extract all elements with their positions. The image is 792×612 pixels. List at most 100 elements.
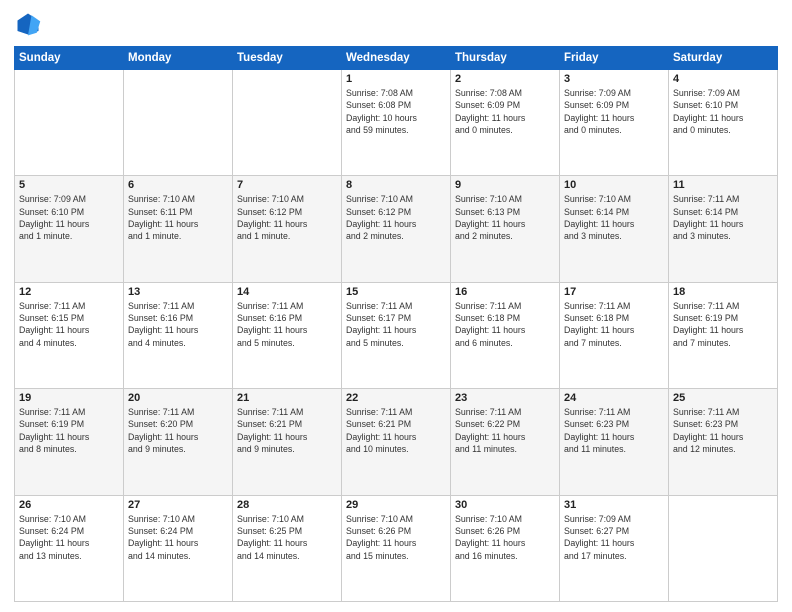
weekday-header-monday: Monday xyxy=(124,47,233,70)
week-row-3: 12Sunrise: 7:11 AM Sunset: 6:15 PM Dayli… xyxy=(15,282,778,388)
day-number: 22 xyxy=(346,392,446,404)
day-number: 27 xyxy=(128,499,228,511)
week-row-2: 5 Sunrise: 7:09 AM Sunset: 6:10 PM Daylig… xyxy=(15,176,778,282)
day-number: 5 xyxy=(19,179,119,191)
day-info: Sunrise: 7:10 AM Sunset: 6:26 PM Dayligh… xyxy=(346,513,446,562)
day-info: Sunrise: 7:09 AM Sunset: 6:27 PM Dayligh… xyxy=(564,513,664,562)
day-number: 11 xyxy=(673,179,773,191)
weekday-header-tuesday: Tuesday xyxy=(233,47,342,70)
day-number: 21 xyxy=(237,392,337,404)
day-cell: 12Sunrise: 7:11 AM Sunset: 6:15 PM Dayli… xyxy=(15,282,124,388)
day-info: Sunrise: 7:11 AM Sunset: 6:15 PM Dayligh… xyxy=(19,300,119,349)
day-info: Sunrise: 7:11 AM Sunset: 6:20 PM Dayligh… xyxy=(128,406,228,455)
day-number: 31 xyxy=(564,499,664,511)
day-cell: 6 Sunrise: 7:10 AM Sunset: 6:11 PM Daylig… xyxy=(124,176,233,282)
day-cell: 22 Sunrise: 7:11 AM Sunset: 6:21 PM Dayli… xyxy=(342,389,451,495)
weekday-header-saturday: Saturday xyxy=(669,47,778,70)
day-number: 23 xyxy=(455,392,555,404)
day-info: Sunrise: 7:11 AM Sunset: 6:18 PM Dayligh… xyxy=(455,300,555,349)
day-info: Sunrise: 7:09 AM Sunset: 6:10 PM Dayligh… xyxy=(673,87,773,136)
day-number: 2 xyxy=(455,73,555,85)
day-cell xyxy=(124,70,233,176)
logo xyxy=(14,10,46,38)
calendar-table: SundayMondayTuesdayWednesdayThursdayFrid… xyxy=(14,46,778,602)
day-cell: 2Sunrise: 7:08 AM Sunset: 6:09 PM Daylig… xyxy=(451,70,560,176)
week-row-1: 1 Sunrise: 7:08 AM Sunset: 6:08 PM Daylig… xyxy=(15,70,778,176)
day-number: 24 xyxy=(564,392,664,404)
day-cell: 26 Sunrise: 7:10 AM Sunset: 6:24 PM Dayli… xyxy=(15,495,124,601)
day-number: 19 xyxy=(19,392,119,404)
day-info: Sunrise: 7:10 AM Sunset: 6:14 PM Dayligh… xyxy=(564,193,664,242)
day-cell xyxy=(15,70,124,176)
day-number: 6 xyxy=(128,179,228,191)
day-number: 14 xyxy=(237,286,337,298)
day-info: Sunrise: 7:11 AM Sunset: 6:18 PM Dayligh… xyxy=(564,300,664,349)
day-cell: 20Sunrise: 7:11 AM Sunset: 6:20 PM Dayli… xyxy=(124,389,233,495)
weekday-header-row: SundayMondayTuesdayWednesdayThursdayFrid… xyxy=(15,47,778,70)
day-number: 29 xyxy=(346,499,446,511)
day-info: Sunrise: 7:11 AM Sunset: 6:17 PM Dayligh… xyxy=(346,300,446,349)
day-number: 3 xyxy=(564,73,664,85)
logo-icon xyxy=(14,10,42,38)
day-info: Sunrise: 7:10 AM Sunset: 6:24 PM Dayligh… xyxy=(19,513,119,562)
day-cell: 31 Sunrise: 7:09 AM Sunset: 6:27 PM Dayli… xyxy=(560,495,669,601)
week-row-4: 19Sunrise: 7:11 AM Sunset: 6:19 PM Dayli… xyxy=(15,389,778,495)
day-cell: 13 Sunrise: 7:11 AM Sunset: 6:16 PM Dayli… xyxy=(124,282,233,388)
day-cell: 21 Sunrise: 7:11 AM Sunset: 6:21 PM Dayli… xyxy=(233,389,342,495)
header xyxy=(14,10,778,38)
day-cell: 11 Sunrise: 7:11 AM Sunset: 6:14 PM Dayli… xyxy=(669,176,778,282)
day-number: 1 xyxy=(346,73,446,85)
weekday-header-wednesday: Wednesday xyxy=(342,47,451,70)
day-number: 17 xyxy=(564,286,664,298)
day-info: Sunrise: 7:11 AM Sunset: 6:19 PM Dayligh… xyxy=(673,300,773,349)
day-number: 15 xyxy=(346,286,446,298)
day-number: 8 xyxy=(346,179,446,191)
day-info: Sunrise: 7:10 AM Sunset: 6:12 PM Dayligh… xyxy=(346,193,446,242)
day-info: Sunrise: 7:11 AM Sunset: 6:23 PM Dayligh… xyxy=(673,406,773,455)
day-info: Sunrise: 7:11 AM Sunset: 6:16 PM Dayligh… xyxy=(128,300,228,349)
weekday-header-sunday: Sunday xyxy=(15,47,124,70)
day-number: 7 xyxy=(237,179,337,191)
day-info: Sunrise: 7:11 AM Sunset: 6:16 PM Dayligh… xyxy=(237,300,337,349)
day-cell: 30Sunrise: 7:10 AM Sunset: 6:26 PM Dayli… xyxy=(451,495,560,601)
day-cell: 4 Sunrise: 7:09 AM Sunset: 6:10 PM Daylig… xyxy=(669,70,778,176)
day-number: 18 xyxy=(673,286,773,298)
day-cell: 24 Sunrise: 7:11 AM Sunset: 6:23 PM Dayli… xyxy=(560,389,669,495)
day-cell: 27 Sunrise: 7:10 AM Sunset: 6:24 PM Dayli… xyxy=(124,495,233,601)
day-cell: 15 Sunrise: 7:11 AM Sunset: 6:17 PM Dayli… xyxy=(342,282,451,388)
day-number: 4 xyxy=(673,73,773,85)
day-cell: 3Sunrise: 7:09 AM Sunset: 6:09 PM Daylig… xyxy=(560,70,669,176)
day-cell: 23Sunrise: 7:11 AM Sunset: 6:22 PM Dayli… xyxy=(451,389,560,495)
day-cell: 10 Sunrise: 7:10 AM Sunset: 6:14 PM Dayli… xyxy=(560,176,669,282)
day-number: 16 xyxy=(455,286,555,298)
week-row-5: 26 Sunrise: 7:10 AM Sunset: 6:24 PM Dayli… xyxy=(15,495,778,601)
day-info: Sunrise: 7:11 AM Sunset: 6:21 PM Dayligh… xyxy=(237,406,337,455)
day-info: Sunrise: 7:10 AM Sunset: 6:13 PM Dayligh… xyxy=(455,193,555,242)
weekday-header-friday: Friday xyxy=(560,47,669,70)
day-cell: 19Sunrise: 7:11 AM Sunset: 6:19 PM Dayli… xyxy=(15,389,124,495)
day-cell: 9Sunrise: 7:10 AM Sunset: 6:13 PM Daylig… xyxy=(451,176,560,282)
day-number: 26 xyxy=(19,499,119,511)
day-number: 25 xyxy=(673,392,773,404)
day-info: Sunrise: 7:10 AM Sunset: 6:12 PM Dayligh… xyxy=(237,193,337,242)
day-cell xyxy=(669,495,778,601)
day-number: 13 xyxy=(128,286,228,298)
day-info: Sunrise: 7:10 AM Sunset: 6:11 PM Dayligh… xyxy=(128,193,228,242)
weekday-header-thursday: Thursday xyxy=(451,47,560,70)
day-number: 28 xyxy=(237,499,337,511)
day-cell: 5 Sunrise: 7:09 AM Sunset: 6:10 PM Daylig… xyxy=(15,176,124,282)
day-info: Sunrise: 7:11 AM Sunset: 6:21 PM Dayligh… xyxy=(346,406,446,455)
day-number: 10 xyxy=(564,179,664,191)
day-info: Sunrise: 7:10 AM Sunset: 6:25 PM Dayligh… xyxy=(237,513,337,562)
day-info: Sunrise: 7:08 AM Sunset: 6:08 PM Dayligh… xyxy=(346,87,446,136)
day-info: Sunrise: 7:10 AM Sunset: 6:26 PM Dayligh… xyxy=(455,513,555,562)
day-info: Sunrise: 7:09 AM Sunset: 6:10 PM Dayligh… xyxy=(19,193,119,242)
day-cell: 16 Sunrise: 7:11 AM Sunset: 6:18 PM Dayli… xyxy=(451,282,560,388)
day-info: Sunrise: 7:10 AM Sunset: 6:24 PM Dayligh… xyxy=(128,513,228,562)
day-cell: 1 Sunrise: 7:08 AM Sunset: 6:08 PM Daylig… xyxy=(342,70,451,176)
day-info: Sunrise: 7:11 AM Sunset: 6:14 PM Dayligh… xyxy=(673,193,773,242)
day-cell: 14 Sunrise: 7:11 AM Sunset: 6:16 PM Dayli… xyxy=(233,282,342,388)
day-cell: 29 Sunrise: 7:10 AM Sunset: 6:26 PM Dayli… xyxy=(342,495,451,601)
day-info: Sunrise: 7:11 AM Sunset: 6:23 PM Dayligh… xyxy=(564,406,664,455)
day-cell: 7 Sunrise: 7:10 AM Sunset: 6:12 PM Daylig… xyxy=(233,176,342,282)
